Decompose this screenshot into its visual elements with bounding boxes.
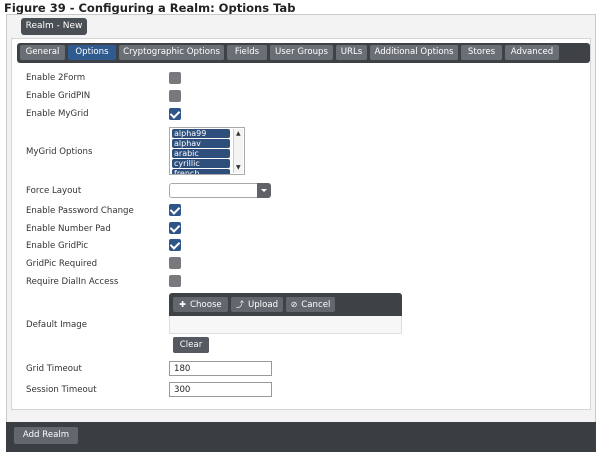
list-item[interactable]: cyrillic [172,159,230,168]
enable-gridpic-checkbox[interactable] [169,239,181,251]
enable-number-pad-checkbox[interactable] [169,222,181,234]
listbox-scrollbar[interactable]: ▲ ▼ [233,129,243,173]
tab-urls[interactable]: URLs [336,45,367,60]
tab-advanced[interactable]: Advanced [505,45,559,60]
upload-button[interactable]: ⤴ Upload [231,297,283,312]
mygrid-options-label: MyGrid Options [26,147,93,157]
tab-stores[interactable]: Stores [461,45,502,60]
require-dialin-access-label: Require DialIn Access [26,277,119,287]
cancel-icon: ⊘ [290,300,298,309]
enable-password-change-checkbox[interactable] [169,204,181,216]
enable-mygrid-label: Enable MyGrid [26,109,89,119]
chevron-down-icon[interactable] [257,183,271,198]
enable-2form-checkbox[interactable] [169,72,181,84]
list-item[interactable]: alphav [172,139,230,148]
mygrid-options-listbox[interactable]: alpha99 alphav arabic cyrillic french ▲ … [169,127,245,175]
scroll-down-icon[interactable]: ▼ [236,165,241,171]
tab-cryptographic-options[interactable]: Cryptographic Options [119,45,224,60]
force-layout-select[interactable] [169,183,271,198]
grid-timeout-input[interactable] [169,361,272,376]
enable-2form-label: Enable 2Form [26,73,86,83]
figure-title: Figure 39 - Configuring a Realm: Options… [4,1,296,15]
plus-icon: ✚ [179,300,186,309]
force-layout-label: Force Layout [26,186,82,196]
enable-gridpin-label: Enable GridPIN [26,91,91,101]
grid-timeout-label: Grid Timeout [26,364,82,374]
enable-number-pad-label: Enable Number Pad [26,224,111,234]
tab-user-groups[interactable]: User Groups [270,45,333,60]
enable-gridpin-checkbox[interactable] [169,90,181,102]
gridpic-required-checkbox[interactable] [169,257,181,269]
enable-mygrid-checkbox[interactable] [169,108,181,120]
cancel-button[interactable]: ⊘ Cancel [286,297,335,312]
enable-gridpic-label: Enable GridPic [26,241,89,251]
tab-additional-options[interactable]: Additional Options [370,45,458,60]
tab-general[interactable]: General [20,45,65,60]
list-item[interactable]: french [172,169,230,174]
choose-button-label: Choose [189,300,222,310]
upload-button-label: Upload [247,300,279,310]
add-realm-button[interactable]: Add Realm [14,427,78,444]
realm-new-tab[interactable]: Realm - New [21,18,87,35]
footer-bar [6,422,596,452]
list-item[interactable]: alpha99 [172,129,230,138]
choose-button[interactable]: ✚ Choose [173,297,228,312]
scroll-up-icon[interactable]: ▲ [236,131,241,137]
cancel-button-label: Cancel [301,300,331,310]
enable-password-change-label: Enable Password Change [26,206,134,216]
tab-options[interactable]: Options [68,45,116,60]
require-dialin-access-checkbox[interactable] [169,275,181,287]
default-image-label: Default Image [26,320,88,330]
session-timeout-input[interactable] [169,382,272,397]
upload-icon: ⤴ [235,300,244,309]
tab-fields[interactable]: Fields [227,45,267,60]
upload-drop-area[interactable] [169,316,402,334]
clear-button[interactable]: Clear [173,337,209,353]
session-timeout-label: Session Timeout [26,385,97,395]
gridpic-required-label: GridPic Required [26,259,98,269]
list-item[interactable]: arabic [172,149,230,158]
